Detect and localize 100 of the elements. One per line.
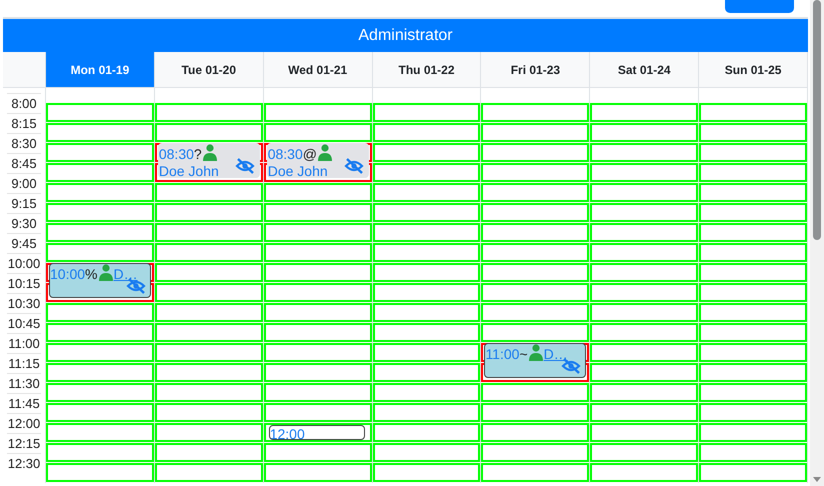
calendar-cell[interactable] xyxy=(264,303,372,322)
calendar-cell[interactable] xyxy=(372,103,480,122)
calendar-cell[interactable] xyxy=(264,343,372,362)
calendar-cell[interactable] xyxy=(590,383,698,402)
calendar-cell[interactable] xyxy=(699,143,808,162)
calendar-cell[interactable] xyxy=(264,283,372,302)
calendar-cell[interactable] xyxy=(699,163,808,182)
calendar-cell[interactable] xyxy=(372,163,480,182)
calendar-cell[interactable] xyxy=(590,323,698,342)
calendar-cell[interactable] xyxy=(154,183,263,202)
calendar-cell[interactable] xyxy=(46,203,154,222)
calendar-cell[interactable] xyxy=(590,443,698,462)
calendar-cell[interactable] xyxy=(699,423,808,442)
calendar-cell[interactable] xyxy=(699,263,808,282)
calendar-cell[interactable] xyxy=(372,123,480,142)
calendar-cell[interactable] xyxy=(46,343,154,362)
calendar-cell[interactable] xyxy=(46,323,154,342)
calendar-cell[interactable] xyxy=(372,383,480,402)
calendar-cell[interactable] xyxy=(699,323,808,342)
calendar-cell[interactable] xyxy=(481,283,590,302)
calendar-cell[interactable] xyxy=(46,383,154,402)
eye-slash-icon[interactable] xyxy=(234,158,255,174)
calendar-cell[interactable] xyxy=(481,383,590,402)
day-header[interactable]: Sat 01-24 xyxy=(590,52,700,87)
calendar-cell[interactable] xyxy=(372,463,480,482)
calendar-cell[interactable] xyxy=(372,303,480,322)
calendar-cell[interactable] xyxy=(46,163,154,182)
calendar-cell[interactable] xyxy=(590,183,698,202)
calendar-cell[interactable] xyxy=(590,283,698,302)
eye-slash-icon[interactable] xyxy=(126,278,146,294)
day-header[interactable]: Thu 01-22 xyxy=(372,52,482,87)
calendar-cell[interactable] xyxy=(372,143,480,162)
calendar-cell[interactable] xyxy=(372,203,480,222)
calendar-cell[interactable] xyxy=(590,163,698,182)
calendar-cell[interactable] xyxy=(154,243,263,262)
calendar-cell[interactable] xyxy=(264,383,372,402)
day-header[interactable]: Wed 01-21 xyxy=(264,52,373,87)
calendar-cell[interactable] xyxy=(590,243,698,262)
calendar-cell[interactable] xyxy=(699,403,808,422)
calendar-cell[interactable] xyxy=(590,343,698,362)
day-header[interactable]: Tue 01-20 xyxy=(154,52,264,87)
calendar-cell[interactable] xyxy=(46,403,154,422)
calendar-cell[interactable] xyxy=(264,183,372,202)
calendar-cell[interactable] xyxy=(481,323,590,342)
calendar-cell[interactable] xyxy=(46,443,154,462)
calendar-cell[interactable] xyxy=(154,303,263,322)
calendar-cell[interactable] xyxy=(590,423,698,442)
calendar-cell[interactable] xyxy=(46,303,154,322)
calendar-cell[interactable] xyxy=(46,183,154,202)
calendar-cell[interactable] xyxy=(154,283,263,302)
calendar-cell[interactable] xyxy=(699,223,808,242)
calendar-cell[interactable] xyxy=(264,223,372,242)
calendar-cell[interactable] xyxy=(481,443,590,462)
calendar-cell[interactable] xyxy=(699,303,808,322)
calendar-cell[interactable] xyxy=(372,243,480,262)
eye-slash-icon[interactable] xyxy=(561,358,582,374)
calendar-cell[interactable] xyxy=(372,223,480,242)
calendar-cell[interactable] xyxy=(372,283,480,302)
calendar-cell[interactable] xyxy=(590,363,698,382)
calendar-cell[interactable] xyxy=(154,423,263,442)
calendar-cell[interactable] xyxy=(590,143,698,162)
calendar-cell[interactable] xyxy=(699,203,808,222)
calendar-cell[interactable] xyxy=(481,103,590,122)
calendar-cell[interactable] xyxy=(264,203,372,222)
calendar-cell[interactable] xyxy=(46,223,154,242)
calendar-cell[interactable] xyxy=(699,103,808,122)
calendar-cell[interactable] xyxy=(481,123,590,142)
calendar-cell[interactable] xyxy=(481,403,590,422)
calendar-cell[interactable] xyxy=(372,183,480,202)
calendar-cell[interactable] xyxy=(699,343,808,362)
calendar-cell[interactable] xyxy=(264,263,372,282)
calendar-cell[interactable] xyxy=(46,123,154,142)
calendar-cell[interactable] xyxy=(699,463,808,482)
calendar-cell[interactable] xyxy=(264,243,372,262)
calendar-cell[interactable] xyxy=(699,443,808,462)
calendar-cell[interactable] xyxy=(264,323,372,342)
calendar-cell[interactable] xyxy=(264,403,372,422)
calendar-cell[interactable] xyxy=(699,363,808,382)
calendar-cell[interactable] xyxy=(264,103,372,122)
calendar-cell[interactable] xyxy=(699,383,808,402)
calendar-cell[interactable] xyxy=(481,143,590,162)
header-button[interactable] xyxy=(725,0,794,13)
calendar-cell[interactable] xyxy=(154,203,263,222)
calendar-cell[interactable] xyxy=(154,103,263,122)
scrollbar[interactable] xyxy=(810,0,824,486)
calendar-cell[interactable] xyxy=(481,243,590,262)
calendar-cell[interactable] xyxy=(590,203,698,222)
calendar-cell[interactable] xyxy=(699,123,808,142)
calendar-cell[interactable]: 12:00 xyxy=(264,423,372,442)
calendar-cell[interactable] xyxy=(46,423,154,442)
calendar-cell[interactable] xyxy=(590,103,698,122)
calendar-cell[interactable] xyxy=(154,403,263,422)
calendar-cell[interactable] xyxy=(481,423,590,442)
calendar-cell[interactable] xyxy=(699,283,808,302)
day-header[interactable]: Sun 01-25 xyxy=(699,52,808,87)
calendar-cell[interactable] xyxy=(590,403,698,422)
calendar-cell[interactable] xyxy=(154,443,263,462)
calendar-cell[interactable] xyxy=(154,463,263,482)
calendar-cell[interactable] xyxy=(481,263,590,282)
calendar-cell[interactable] xyxy=(264,123,372,142)
